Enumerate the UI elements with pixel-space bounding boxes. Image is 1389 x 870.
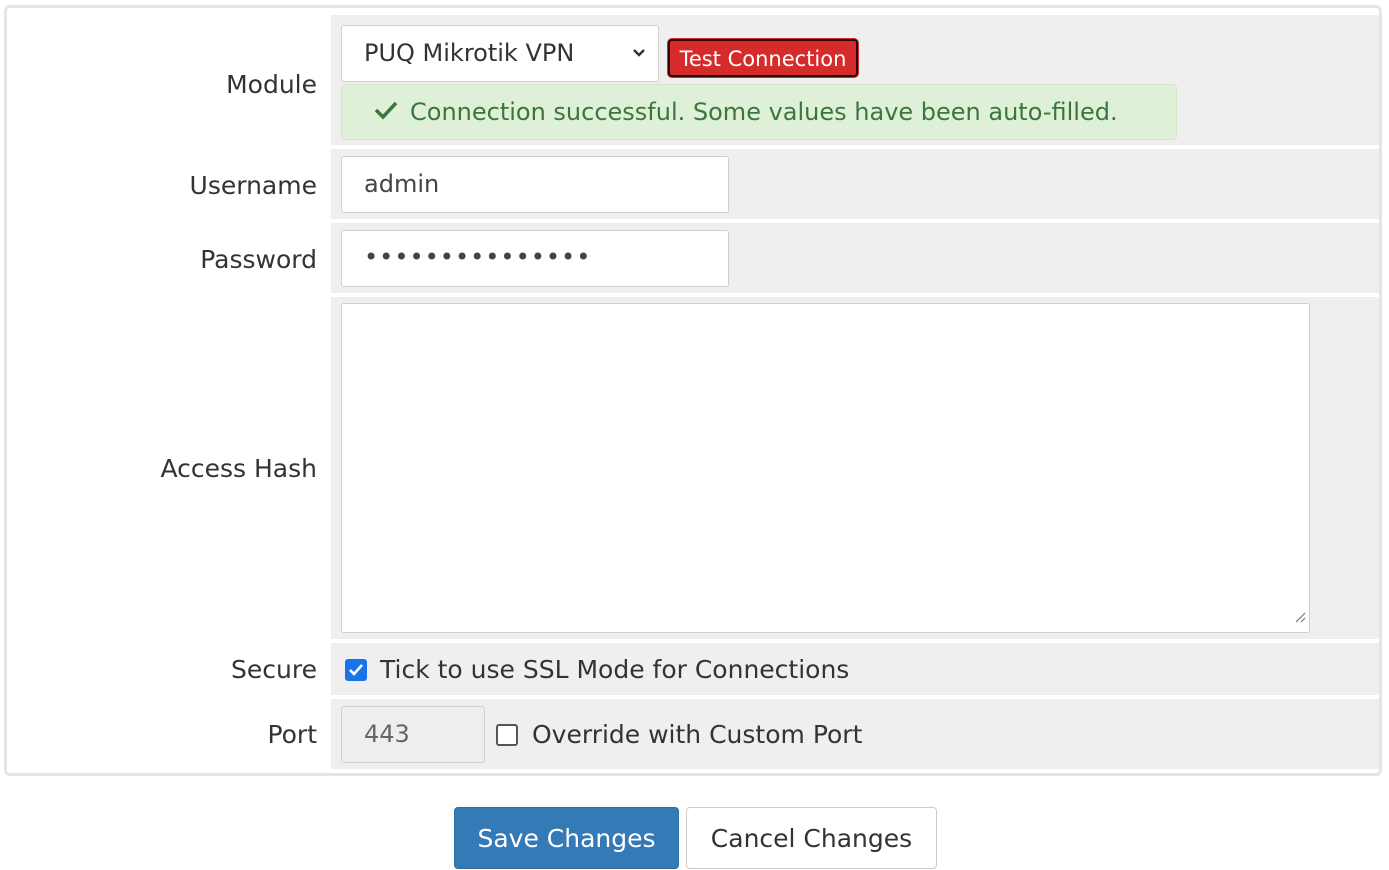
- password-label: Password: [200, 245, 317, 274]
- secure-label: Secure: [231, 655, 317, 684]
- port-field: 443 Override with Custom Port: [331, 699, 1379, 769]
- test-connection-button[interactable]: Test Connection: [668, 39, 858, 77]
- custom-port-checkbox[interactable]: [496, 724, 518, 746]
- access-hash-field: [331, 297, 1379, 639]
- access-hash-row: Access Hash: [7, 297, 1379, 639]
- module-row: Module PUQ Mikrotik VPN Test Connection …: [7, 15, 1379, 145]
- username-row: Username admin: [7, 149, 1379, 219]
- password-input[interactable]: •••••••••••••••: [341, 230, 729, 287]
- username-field: admin: [331, 149, 1379, 219]
- access-hash-label: Access Hash: [160, 454, 317, 483]
- access-hash-textarea[interactable]: [341, 303, 1310, 633]
- port-input[interactable]: 443: [341, 706, 485, 763]
- ssl-mode-checkbox[interactable]: [345, 659, 367, 681]
- cancel-changes-button[interactable]: Cancel Changes: [686, 807, 937, 869]
- save-changes-button[interactable]: Save Changes: [454, 807, 679, 869]
- password-row: Password •••••••••••••••: [7, 223, 1379, 293]
- port-label: Port: [267, 720, 317, 749]
- module-select[interactable]: PUQ Mikrotik VPN: [341, 25, 659, 82]
- port-row: Port 443 Override with Custom Port: [7, 699, 1379, 769]
- server-settings-panel: Module PUQ Mikrotik VPN Test Connection …: [4, 5, 1382, 776]
- secure-row: Secure Tick to use SSL Mode for Connecti…: [7, 643, 1379, 695]
- username-label: Username: [189, 171, 317, 200]
- module-label: Module: [226, 70, 317, 99]
- resize-grip-icon[interactable]: [1294, 601, 1306, 629]
- module-field: PUQ Mikrotik VPN Test Connection Connect…: [331, 15, 1379, 145]
- check-icon: [374, 85, 400, 139]
- alert-text: Connection successful. Some values have …: [410, 98, 1118, 126]
- secure-field: Tick to use SSL Mode for Connections: [331, 643, 1379, 695]
- connection-success-alert: Connection successful. Some values have …: [341, 84, 1177, 140]
- username-input[interactable]: admin: [341, 156, 729, 213]
- module-select-value: PUQ Mikrotik VPN: [364, 39, 575, 67]
- ssl-mode-label: Tick to use SSL Mode for Connections: [380, 655, 850, 684]
- custom-port-label: Override with Custom Port: [532, 720, 863, 749]
- password-field: •••••••••••••••: [331, 223, 1379, 293]
